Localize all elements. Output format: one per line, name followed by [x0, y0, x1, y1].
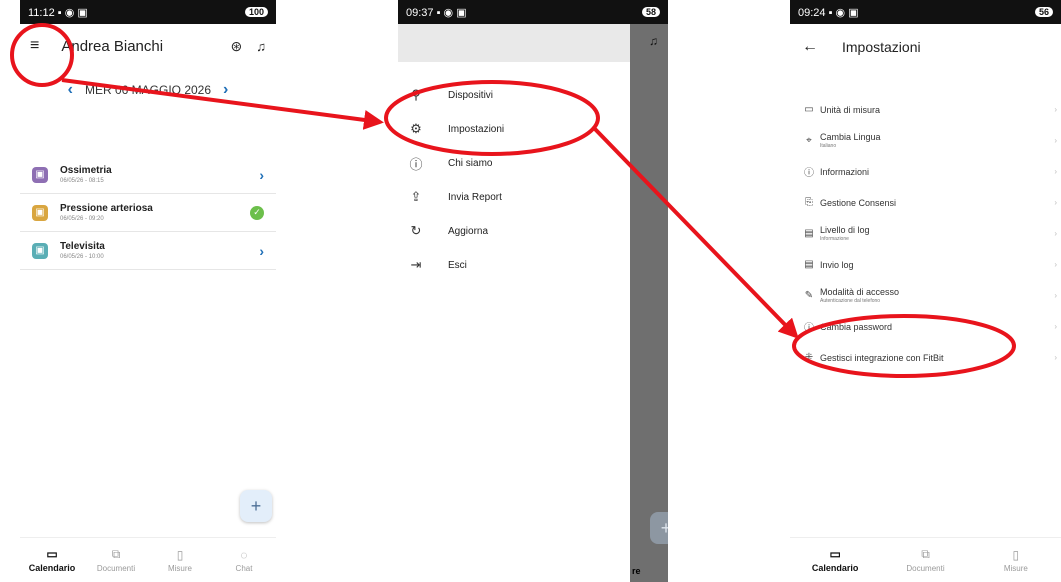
- arrow-menu-to-settings: [61, 78, 384, 130]
- arrow-settings-to-fitbit: [592, 126, 799, 339]
- highlight-settings-item: [384, 80, 600, 156]
- highlight-menu-circle: [10, 23, 74, 87]
- highlight-fitbit-item: [792, 314, 1016, 378]
- annotation-overlay: [10, 23, 1016, 378]
